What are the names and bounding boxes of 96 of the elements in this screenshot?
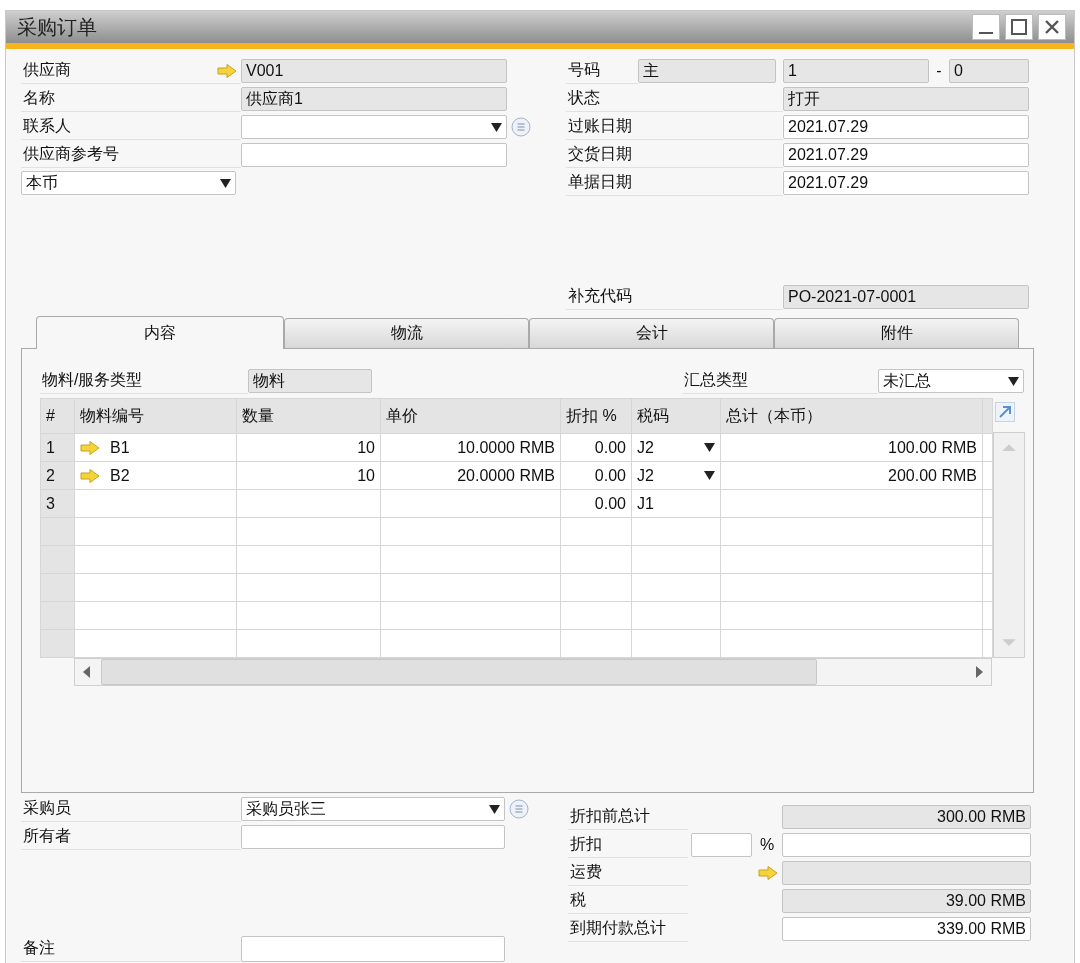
link-arrow-icon[interactable] <box>217 63 237 78</box>
caret-icon <box>489 804 500 814</box>
table-cell: 10 <box>357 438 375 456</box>
field-label: 折扣前总计 <box>568 804 688 830</box>
input-field[interactable]: 339.00 RMB <box>782 917 1031 941</box>
input-field[interactable]: 供应商1 <box>241 87 507 111</box>
field-label: 采购员 <box>21 796 241 822</box>
field-label: 税 <box>568 888 688 914</box>
table-cell: 0.00 <box>594 466 626 484</box>
vertical-scrollbar[interactable] <box>993 432 1025 658</box>
field-label: 交货日期 <box>566 142 783 168</box>
caret-icon <box>220 178 231 188</box>
input-field[interactable]: 2021.07.29 <box>783 115 1029 139</box>
field-label: 备注 <box>21 936 241 962</box>
tab[interactable]: 附件 <box>774 318 1019 348</box>
column-header[interactable]: 物料编号 <box>74 398 237 434</box>
input-field[interactable] <box>691 833 752 857</box>
percent-sign: % <box>758 836 776 854</box>
table-cell: B2 <box>110 466 130 485</box>
field-label: 到期付款总计 <box>568 916 688 942</box>
input-field[interactable]: 1 <box>783 59 929 83</box>
tab[interactable]: 内容 <box>36 316 284 349</box>
column-header[interactable]: 单价 <box>380 398 561 434</box>
field-label: 供应商参考号 <box>21 142 241 168</box>
field-label: 运费 <box>568 860 688 886</box>
caret-icon[interactable] <box>704 471 715 480</box>
input-field[interactable]: 300.00 RMB <box>782 805 1031 829</box>
table-cell: J2 <box>637 466 654 485</box>
table-cell: 10 <box>357 466 375 484</box>
currency-dropdown[interactable]: 本币 <box>21 171 236 195</box>
table-cell: B1 <box>110 438 130 457</box>
field-label: 联系人 <box>21 114 241 140</box>
link-arrow-icon[interactable] <box>758 866 778 880</box>
table-cell: 0.00 <box>594 494 626 512</box>
input-field[interactable]: V001 <box>241 59 507 83</box>
field-label: 单据日期 <box>566 170 783 196</box>
table-cell: 1 <box>46 438 55 456</box>
remarks-field[interactable] <box>241 936 505 962</box>
column-header[interactable]: 数量 <box>236 398 381 434</box>
caret-icon[interactable] <box>704 443 715 452</box>
input-field[interactable] <box>782 833 1031 857</box>
input-field[interactable]: 主 <box>638 59 776 83</box>
link-arrow-icon[interactable] <box>80 440 100 455</box>
table-cell: J1 <box>637 494 654 513</box>
maximize-icon[interactable] <box>1005 14 1033 40</box>
horizontal-scrollbar[interactable] <box>74 658 992 686</box>
field-label: 物料/服务类型 <box>40 368 248 394</box>
input-field[interactable]: 39.00 RMB <box>782 889 1031 913</box>
scroll-up-icon[interactable] <box>1002 443 1016 452</box>
list-icon[interactable] <box>511 117 531 137</box>
field-label: 过账日期 <box>566 114 783 140</box>
caret-icon <box>491 122 502 132</box>
scroll-left-icon[interactable] <box>83 666 91 678</box>
field-label: 所有者 <box>21 824 241 850</box>
table-cell: 20.0000 RMB <box>457 466 555 484</box>
scroll-right-icon[interactable] <box>975 666 983 678</box>
field-label: 状态 <box>566 86 783 112</box>
field-label: 补充代码 <box>566 284 783 310</box>
input-field[interactable] <box>241 143 507 167</box>
input-field[interactable]: 打开 <box>783 87 1029 111</box>
column-header[interactable]: 税码 <box>631 398 721 434</box>
table-cell: 0.00 <box>594 438 626 456</box>
column-header[interactable]: 总计（本币） <box>720 398 983 434</box>
input-field[interactable]: 2021.07.29 <box>783 143 1029 167</box>
input-field[interactable] <box>241 825 505 849</box>
input-field[interactable]: PO-2021-07-0001 <box>783 285 1029 309</box>
expand-icon[interactable] <box>995 402 1015 422</box>
list-icon[interactable] <box>509 799 529 819</box>
input-field[interactable]: 2021.07.29 <box>783 171 1029 195</box>
tab[interactable]: 会计 <box>529 318 774 348</box>
tab[interactable]: 物流 <box>284 318 529 348</box>
caret-icon <box>1008 376 1019 386</box>
table-cell: 2 <box>46 466 55 484</box>
input-field[interactable]: 0 <box>949 59 1029 83</box>
separator-text: - <box>935 62 943 80</box>
field-label: 供应商 <box>21 58 241 84</box>
window-title: 采购订单 <box>17 14 97 40</box>
table-cell: J2 <box>637 438 654 457</box>
input-field[interactable]: 物料 <box>248 369 372 393</box>
link-arrow-icon[interactable] <box>80 468 100 483</box>
dropdown[interactable]: 采购员张三 <box>241 797 505 821</box>
close-icon[interactable] <box>1038 14 1066 40</box>
dropdown[interactable] <box>241 115 507 139</box>
input-field[interactable] <box>782 861 1031 885</box>
table-cell: 200.00 RMB <box>888 466 977 484</box>
field-label: 折扣 <box>568 832 688 858</box>
field-label: 汇总类型 <box>682 368 878 394</box>
table-cell: 3 <box>46 494 55 512</box>
column-header[interactable]: # <box>40 398 75 434</box>
field-label: 名称 <box>21 86 241 112</box>
table-cell: 10.0000 RMB <box>457 438 555 456</box>
table-cell: 100.00 RMB <box>888 438 977 456</box>
column-header[interactable]: 折扣 % <box>560 398 632 434</box>
minimize-icon[interactable] <box>972 14 1000 40</box>
scroll-down-icon[interactable] <box>1002 638 1016 647</box>
dropdown[interactable]: 未汇总 <box>878 369 1024 393</box>
